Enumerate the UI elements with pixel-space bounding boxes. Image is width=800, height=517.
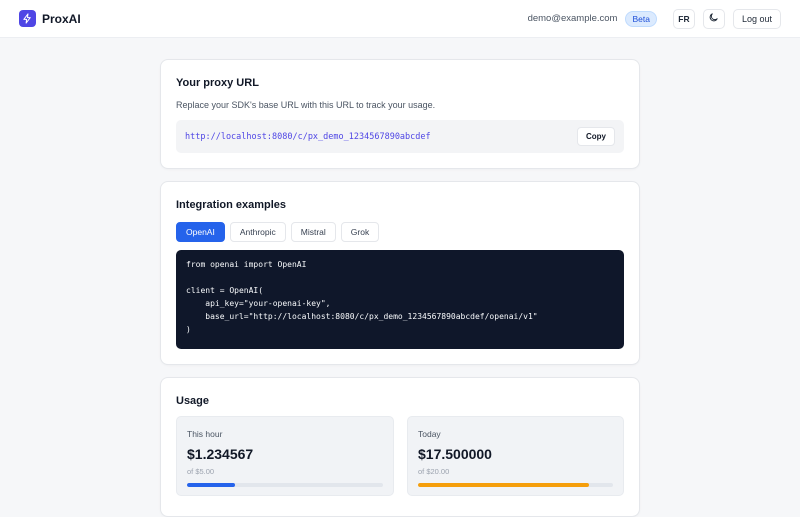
language-toggle-button[interactable]: FR [672,8,695,29]
bolt-icon [19,10,36,27]
usage-title: Usage [176,395,210,407]
stat-today: Today $17.500000 of $20.00 [407,416,624,496]
tab-grok[interactable]: Grok [340,222,380,242]
tab-mistral[interactable]: Mistral [290,222,336,242]
stat-value: $1.234567 [187,446,254,462]
tab-anthropic[interactable]: Anthropic [229,222,286,242]
user-email: demo@example.com [527,13,618,24]
copy-button[interactable]: Copy [577,127,615,146]
logout-button[interactable]: Log out [732,8,781,29]
stat-limit: of $20.00 [418,467,450,476]
provider-tabs: OpenAI Anthropic Mistral Grok [176,222,384,242]
progress-bar-fill [418,483,589,487]
proxy-url-card: Your proxy URL Replace your SDK's base U… [160,59,640,169]
stat-limit: of $5.00 [187,467,215,476]
moon-icon [708,12,719,25]
code-example[interactable]: from openai import OpenAI client = OpenA… [176,250,624,349]
stat-value: $17.500000 [418,446,492,462]
progress-track [418,483,613,487]
theme-toggle-button[interactable] [702,8,725,29]
tab-openai[interactable]: OpenAI [176,222,225,242]
app-name: ProxAI [42,11,81,26]
proxy-url-value[interactable]: http://localhost:8080/c/px_demo_12345678… [185,132,577,142]
usage-card: Usage This hour $1.234567 of $5.00 Today… [160,377,640,517]
top-bar: ProxAI demo@example.com Beta FR Log out [0,0,800,38]
proxy-url-description: Replace your SDK's base URL with this UR… [176,100,436,110]
progress-track [187,483,383,487]
stat-this-hour: This hour $1.234567 of $5.00 [176,416,394,496]
integration-examples-card: Integration examples OpenAI Anthropic Mi… [160,181,640,365]
proxy-url-title: Your proxy URL [176,77,259,89]
integration-title: Integration examples [176,199,287,211]
stat-label: This hour [187,429,223,439]
progress-bar-fill [187,483,236,487]
beta-badge: Beta [625,10,657,27]
proxy-url-box: http://localhost:8080/c/px_demo_12345678… [176,120,624,153]
stat-label: Today [418,429,441,439]
